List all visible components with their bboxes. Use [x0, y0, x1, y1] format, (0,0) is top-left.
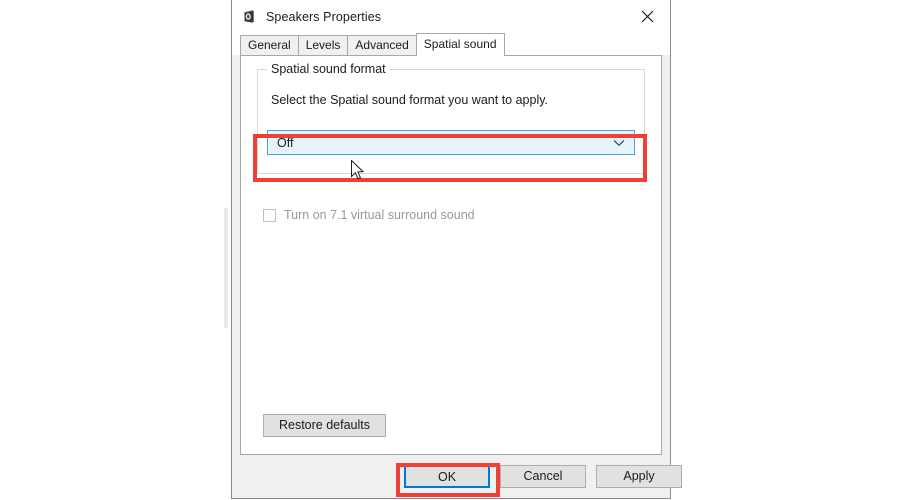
- combobox-body[interactable]: Off: [267, 130, 635, 155]
- spatial-sound-format-combobox[interactable]: Off: [267, 130, 635, 155]
- title-bar: Speakers Properties: [232, 0, 670, 33]
- group-legend: Spatial sound format: [267, 62, 390, 76]
- restore-defaults-button[interactable]: Restore defaults: [263, 414, 386, 437]
- window-title: Speakers Properties: [266, 9, 382, 24]
- background-artifact: [224, 208, 228, 328]
- virtual-surround-label: Turn on 7.1 virtual surround sound: [284, 208, 475, 222]
- speakers-properties-dialog: Speakers Properties General Levels Advan…: [231, 0, 682, 499]
- group-description: Select the Spatial sound format you want…: [271, 93, 549, 107]
- tab-levels[interactable]: Levels: [297, 35, 349, 55]
- close-icon[interactable]: [625, 0, 670, 33]
- speaker-icon: [241, 9, 257, 25]
- spatial-sound-format-group: Spatial sound format Select the Spatial …: [257, 62, 645, 174]
- tab-advanced[interactable]: Advanced: [347, 35, 417, 55]
- tab-page-spatial-sound: Spatial sound format Select the Spatial …: [240, 55, 662, 455]
- chevron-down-icon[interactable]: [613, 131, 625, 154]
- dialog-button-bar: OK Cancel Apply: [232, 455, 682, 498]
- apply-button[interactable]: Apply: [596, 465, 682, 488]
- tab-spatial-sound[interactable]: Spatial sound: [415, 33, 505, 56]
- tab-strip: General Levels Advanced Spatial sound: [232, 33, 670, 56]
- cancel-button[interactable]: Cancel: [500, 465, 586, 488]
- combobox-selected-value: Off: [277, 135, 294, 150]
- virtual-surround-checkbox[interactable]: [263, 208, 276, 222]
- ok-button[interactable]: OK: [404, 465, 490, 488]
- tab-general[interactable]: General: [240, 35, 299, 55]
- virtual-surround-checkbox-row[interactable]: Turn on 7.1 virtual surround sound: [263, 208, 475, 222]
